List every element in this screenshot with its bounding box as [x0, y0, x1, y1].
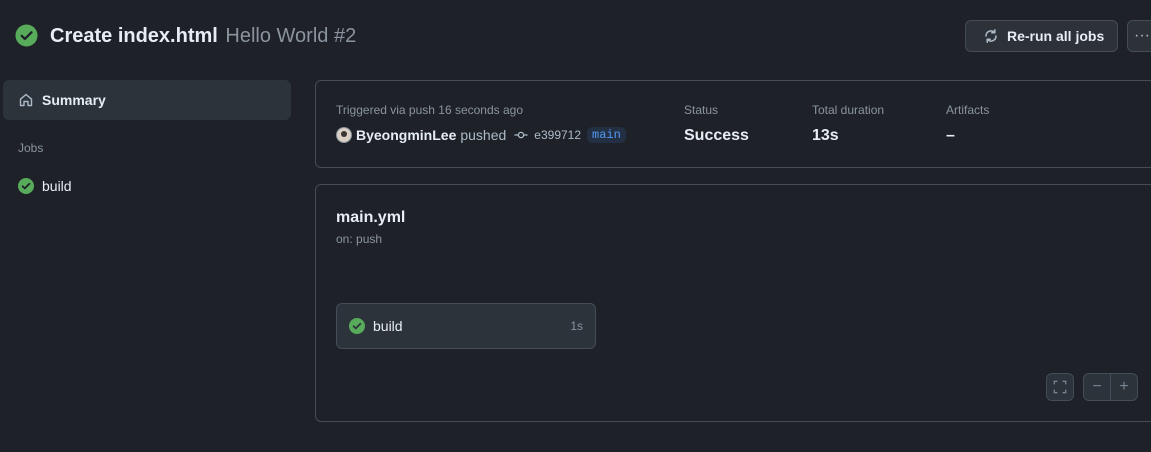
workflow-graph-card: main.yml on: push build 1s − + [315, 184, 1151, 422]
fullscreen-icon [1053, 380, 1067, 394]
zoom-out-button[interactable]: − [1084, 378, 1110, 396]
sidebar: Summary Jobs build [0, 72, 300, 452]
artifacts-label: Artifacts [946, 103, 990, 117]
trigger-details: ByeongminLee pushed e399712 main [336, 127, 626, 143]
sidebar-item-label: Summary [42, 92, 106, 108]
zoom-in-button[interactable]: + [1111, 378, 1137, 396]
git-commit-icon [514, 131, 528, 139]
home-icon [19, 93, 33, 107]
status-label: Status [684, 103, 719, 117]
sync-icon [985, 29, 997, 43]
success-check-icon [15, 24, 38, 47]
rerun-all-jobs-button[interactable]: Re-run all jobs [965, 20, 1118, 52]
run-header: Create index.html Hello World #2 Re-run … [0, 0, 1151, 72]
artifacts-value: – [946, 127, 955, 144]
rerun-label: Re-run all jobs [1007, 28, 1105, 44]
zoom-controls: − + [1083, 373, 1138, 401]
sidebar-item-build[interactable]: build [18, 178, 72, 194]
job-duration: 1s [570, 319, 583, 333]
duration-label: Total duration [812, 103, 885, 117]
actor-link[interactable]: ByeongminLee [356, 127, 456, 143]
jobs-heading: Jobs [18, 141, 44, 155]
job-node-build[interactable]: build 1s [336, 303, 596, 349]
sidebar-job-label: build [42, 178, 72, 194]
workflow-file-name[interactable]: main.yml [336, 209, 405, 227]
success-check-icon [18, 178, 34, 194]
avatar[interactable] [336, 127, 352, 143]
success-check-icon [349, 318, 365, 334]
commit-sha-link[interactable]: e399712 [534, 128, 581, 142]
sidebar-item-summary[interactable]: Summary [3, 80, 291, 120]
page-title: Create index.html Hello World #2 [50, 24, 356, 48]
push-action: pushed [460, 127, 507, 143]
workflow-trigger: on: push [336, 232, 383, 246]
trigger-text: Triggered via push 16 seconds ago [336, 103, 524, 117]
more-options-button[interactable]: ··· [1127, 20, 1151, 52]
run-name: Hello World #2 [225, 25, 357, 47]
job-node-label: build [373, 318, 403, 334]
fullscreen-button[interactable] [1046, 373, 1074, 401]
branch-badge[interactable]: main [587, 127, 626, 143]
run-summary-card: Triggered via push 16 seconds ago Byeong… [315, 80, 1151, 168]
duration-value: 13s [812, 127, 839, 144]
kebab-icon: ··· [1134, 27, 1150, 44]
status-value: Success [684, 127, 749, 144]
commit-title: Create index.html [50, 25, 218, 47]
